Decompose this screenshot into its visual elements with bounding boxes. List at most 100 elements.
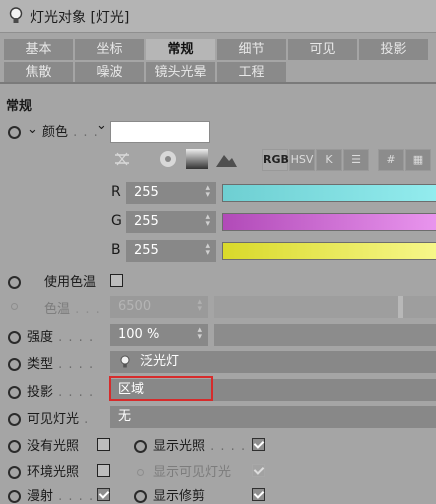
intensity-value: 100 %: [118, 327, 160, 342]
section-title: 常规: [6, 99, 33, 114]
tab-caustics[interactable]: 焦散: [4, 62, 73, 83]
type-value: 泛光灯: [140, 354, 180, 369]
mode-hsv-button[interactable]: HSV: [289, 149, 315, 171]
red-value-input[interactable]: 255 ▴ ▾: [126, 182, 216, 204]
light-bulb-icon: [9, 7, 23, 23]
green-channel-label: G: [111, 213, 122, 229]
leader-dots: .: [79, 412, 90, 427]
temperature-value: 6500: [118, 299, 152, 314]
type-dropdown[interactable]: 泛光灯: [110, 351, 436, 373]
type-label-text: 类型: [27, 357, 54, 372]
visible-light-label: 可见灯光 .: [27, 408, 89, 427]
animate-radio-temperature[interactable]: [11, 303, 18, 310]
show-illumination-checkbox[interactable]: [252, 438, 265, 451]
highlight-box: [109, 376, 213, 401]
mode-rgb-button[interactable]: RGB: [262, 149, 289, 171]
tab-coordinates[interactable]: 坐标: [75, 39, 144, 60]
visible-light-label-text: 可见灯光: [27, 412, 80, 427]
tab-shadow[interactable]: 投影: [359, 39, 428, 60]
intensity-label: 强度 . . . .: [27, 326, 94, 345]
intensity-label-text: 强度: [27, 330, 54, 345]
color-swatch[interactable]: [110, 121, 210, 143]
tab-visibility[interactable]: 可见: [288, 39, 357, 60]
green-channel-slider[interactable]: [222, 213, 436, 231]
ambient-illumination-label: 环境光照: [27, 465, 80, 480]
mode-kelvin-button[interactable]: K: [316, 149, 342, 171]
shadow-label-text: 投影: [27, 385, 54, 400]
animate-radio-visible-light[interactable]: [8, 413, 21, 426]
show-clipping-checkbox[interactable]: [252, 488, 265, 501]
tab-noise[interactable]: 噪波: [75, 62, 144, 83]
diffuse-checkbox[interactable]: [97, 488, 110, 501]
red-channel-slider[interactable]: [222, 184, 436, 202]
temperature-label: 色温 . . .: [44, 298, 101, 317]
mode-hex-button[interactable]: #: [378, 149, 404, 171]
green-value-input[interactable]: 255 ▴ ▾: [126, 211, 216, 233]
tab-lens-flare[interactable]: 镜头光晕: [146, 62, 215, 83]
title-bar: 灯光对象 [灯光]: [0, 0, 436, 33]
animate-radio-ambient-illumination[interactable]: [8, 466, 21, 479]
blue-channel-label: B: [111, 242, 121, 258]
animate-radio-intensity[interactable]: [8, 331, 21, 344]
color-wheel-icon[interactable]: [158, 149, 178, 169]
eyedropper-icon[interactable]: [112, 150, 132, 168]
show-illumination-label: 显示光照 . . . .: [153, 435, 246, 454]
diffuse-label: 漫射 . . . .: [27, 485, 94, 504]
blue-value-input[interactable]: 255 ▴ ▾: [126, 240, 216, 262]
show-visible-light-checkbox: [252, 464, 265, 477]
visible-light-dropdown[interactable]: 无: [110, 406, 436, 428]
tab-general[interactable]: 常规: [146, 39, 215, 60]
spinner-arrows-icon[interactable]: ▴ ▾: [205, 184, 210, 200]
temperature-slider-handle: [398, 296, 403, 318]
red-value: 255: [134, 185, 159, 200]
leader-dots: . . . .: [53, 357, 95, 372]
chevron-down-icon[interactable]: ⌄: [27, 122, 38, 137]
no-illumination-checkbox[interactable]: [97, 438, 110, 451]
tab-divider: [0, 82, 436, 84]
green-value: 255: [134, 214, 159, 229]
animate-radio-type[interactable]: [8, 358, 21, 371]
chevron-down-icon[interactable]: ⌄: [96, 118, 107, 133]
use-temperature-checkbox[interactable]: [110, 274, 123, 287]
intensity-slider[interactable]: [214, 324, 436, 346]
animate-radio-no-illumination[interactable]: [8, 440, 21, 453]
visible-light-value: 无: [118, 409, 132, 424]
use-temperature-label: 使用色温: [44, 275, 97, 290]
show-clipping-label: 显示修剪: [153, 489, 206, 504]
temperature-label-text: 色温: [44, 302, 71, 317]
animate-radio-color[interactable]: [8, 126, 21, 139]
no-illumination-label: 没有光照: [27, 439, 80, 454]
spinner-arrows-icon[interactable]: ▴ ▾: [205, 242, 210, 258]
leader-dots: . . .: [70, 302, 101, 317]
ambient-illumination-checkbox[interactable]: [97, 464, 110, 477]
animate-radio-show-visible-light[interactable]: [137, 469, 144, 476]
temperature-input: 6500 ▴ ▾: [110, 296, 208, 318]
blue-value: 255: [134, 243, 159, 258]
spinner-arrows-icon[interactable]: ▴ ▾: [197, 326, 202, 342]
animate-radio-diffuse[interactable]: [8, 490, 21, 503]
tab-details[interactable]: 细节: [217, 39, 286, 60]
color-label-text: 颜色: [42, 125, 69, 140]
animate-radio-show-clipping[interactable]: [134, 490, 147, 503]
leader-dots: . . . .: [53, 330, 95, 345]
window-title: 灯光对象 [灯光]: [30, 10, 130, 26]
red-channel-label: R: [111, 184, 121, 200]
tab-project[interactable]: 工程: [217, 62, 286, 83]
gradient-spectrum-icon[interactable]: [186, 149, 208, 169]
type-label: 类型 . . . .: [27, 353, 94, 372]
intensity-input[interactable]: 100 % ▴ ▾: [110, 324, 208, 346]
blue-channel-slider[interactable]: [222, 242, 436, 260]
swatches-grid-icon[interactable]: ▦: [405, 149, 431, 171]
mixer-icon[interactable]: ☰: [343, 149, 369, 171]
shadow-label: 投影 . . . .: [27, 381, 94, 400]
leader-dots: . . .: [68, 125, 99, 140]
spinner-arrows-icon[interactable]: ▴ ▾: [205, 213, 210, 229]
image-picker-icon[interactable]: [214, 149, 238, 169]
leader-dots: . . . .: [205, 439, 247, 454]
animate-radio-use-temperature[interactable]: [8, 276, 21, 289]
animate-radio-show-illumination[interactable]: [134, 440, 147, 453]
spinner-arrows-icon: ▴ ▾: [197, 297, 202, 314]
color-label: 颜色 . . .: [42, 121, 99, 140]
animate-radio-shadow[interactable]: [8, 386, 21, 399]
tab-basic[interactable]: 基本: [4, 39, 73, 60]
